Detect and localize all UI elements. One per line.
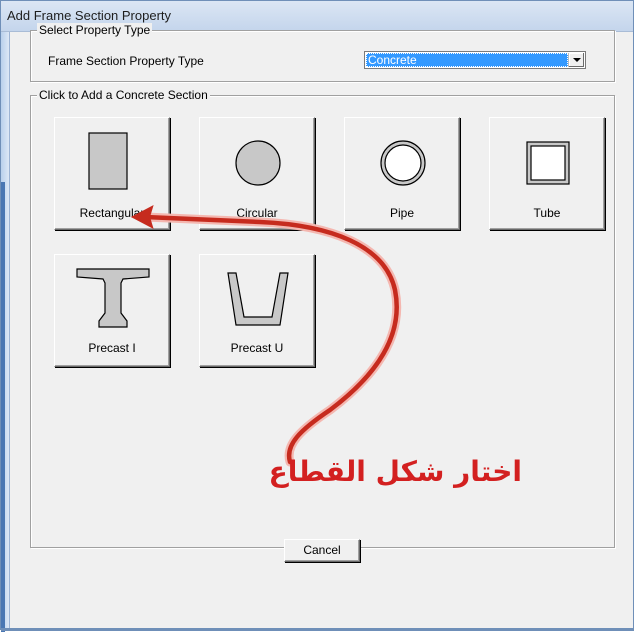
tube-section-button[interactable]: Tube xyxy=(489,117,605,230)
cancel-button[interactable]: Cancel xyxy=(284,539,360,562)
window-title: Add Frame Section Property xyxy=(7,8,172,23)
property-type-selected-value: Concrete xyxy=(366,53,568,67)
pipe-section-button[interactable]: Pipe xyxy=(344,117,460,230)
dropdown-arrow-icon[interactable] xyxy=(568,53,584,67)
select-property-type-legend: Select Property Type xyxy=(37,23,153,37)
select-property-type-group: Select Property Type Frame Section Prope… xyxy=(30,23,615,82)
rectangular-label: Rectangular xyxy=(79,206,145,220)
concrete-section-legend: Click to Add a Concrete Section xyxy=(37,88,210,102)
circular-label: Circular xyxy=(236,206,278,220)
annotation-text: اختار شكل القطاع xyxy=(268,455,522,488)
frame-section-property-type-label: Frame Section Property Type xyxy=(48,54,204,68)
dialog-window: Add Frame Section Property Select Proper… xyxy=(0,0,634,632)
background-window-edge xyxy=(1,32,10,632)
rectangular-section-button[interactable]: Rectangular xyxy=(54,117,170,230)
precast-u-label: Precast U xyxy=(230,341,284,355)
precast-u-section-button[interactable]: Precast U xyxy=(199,254,315,367)
circular-section-button[interactable]: Circular xyxy=(199,117,315,230)
pipe-label: Pipe xyxy=(389,206,415,220)
property-type-dropdown[interactable]: Concrete xyxy=(364,51,586,69)
precast-i-label: Precast I xyxy=(88,341,136,355)
tube-label: Tube xyxy=(533,206,561,220)
precast-i-section-button[interactable]: Precast I xyxy=(54,254,170,367)
